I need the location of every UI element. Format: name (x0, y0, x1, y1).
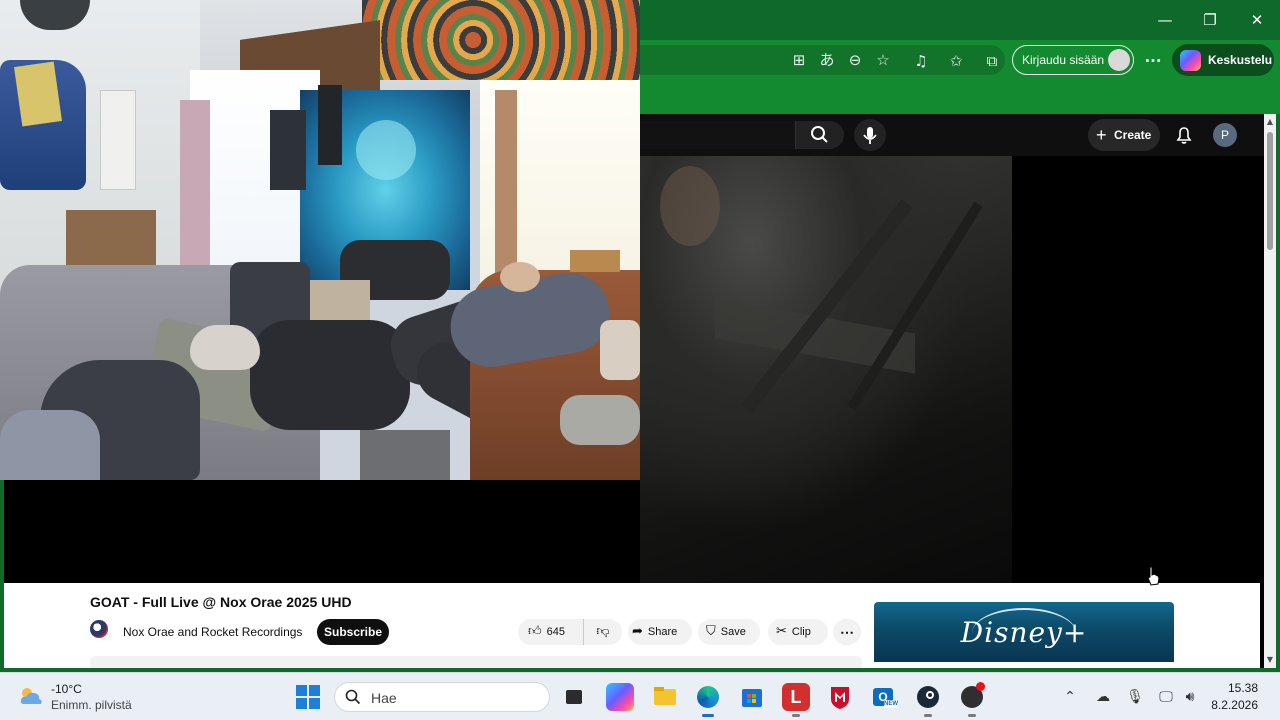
scroll-down-arrow-icon[interactable]: ▼ (1264, 654, 1276, 666)
translate-icon[interactable]: あ (816, 49, 838, 71)
channel-name[interactable]: Nox Orae and Rocket Recordings (123, 625, 302, 639)
youtube-search-input[interactable] (640, 121, 796, 149)
bookmark-icon: ⛉ (706, 624, 716, 639)
video-details: GOAT - Full Live @ Nox Orae 2025 UHD Nox… (4, 583, 1260, 668)
create-button[interactable]: + Create (1088, 119, 1160, 151)
onedrive-sync-icon[interactable]: ☁ (1093, 687, 1113, 707)
mcafee-icon[interactable] (826, 683, 854, 711)
youtube-search-button[interactable] (796, 121, 844, 149)
description-box[interactable] (90, 656, 862, 668)
microphone-icon (863, 127, 877, 144)
thumbs-up-icon: 👍︎ (528, 624, 542, 639)
scrollbar-thumb[interactable] (1267, 132, 1273, 250)
copilot-icon (1180, 50, 1201, 71)
sign-in-button[interactable]: Kirjaudu sisään (1012, 45, 1134, 75)
clock-date[interactable]: 8.2.2026 (1211, 698, 1258, 712)
share-arrow-icon: ➦ (632, 624, 643, 639)
favorite-star-icon[interactable]: ☆ (872, 49, 894, 71)
video-frame[interactable] (640, 156, 1012, 583)
restore-button[interactable]: ❐ (1196, 6, 1224, 34)
weather-description[interactable]: Enimm. pilvistä (51, 698, 132, 712)
like-button[interactable]: 👍︎ 645 (518, 619, 584, 645)
webcam-overlay (0, 0, 640, 480)
dislike-button[interactable]: 👎︎ (584, 619, 622, 645)
copilot-button[interactable]: Keskustelu (1172, 44, 1274, 76)
favorites-icon[interactable]: ✩ (945, 50, 967, 72)
bell-icon (1176, 127, 1192, 144)
collections-icon[interactable]: ⧉ (981, 50, 1003, 72)
zoom-out-icon[interactable]: ⊖ (844, 49, 866, 71)
close-button[interactable]: ✕ (1243, 6, 1271, 34)
minimize-button[interactable]: — (1151, 6, 1179, 34)
microphone-icon[interactable]: 🎙︎ (1125, 687, 1145, 707)
steam-icon[interactable] (914, 683, 942, 717)
start-button[interactable] (296, 685, 320, 709)
clock-time[interactable]: 15.38 (1228, 681, 1258, 695)
search-icon (345, 689, 361, 705)
like-count: 645 (546, 626, 565, 638)
file-explorer-icon[interactable] (651, 683, 679, 711)
sign-in-label: Kirjaudu sisään (1022, 53, 1105, 67)
scroll-up-arrow-icon[interactable]: ▲ (1264, 116, 1276, 128)
clip-button[interactable]: ✂ Clip (768, 619, 828, 645)
create-label: Create (1114, 128, 1152, 142)
microsoft-store-icon[interactable] (738, 683, 766, 711)
windows-taskbar: -10°C Enimm. pilvistä Hae L O NEW ⌃ ☁ 🎙︎ … (0, 672, 1280, 720)
share-button[interactable]: ➦ Share (628, 619, 692, 645)
show-hidden-icons-chevron-icon[interactable]: ⌃ (1060, 687, 1080, 707)
channel-avatar[interactable] (90, 620, 108, 638)
copilot-label: Keskustelu (1208, 53, 1273, 67)
ad-logo-text: Disney+ (960, 616, 1088, 649)
notifications-button[interactable] (1172, 123, 1196, 147)
network-icon[interactable]: 🖵︎ (1156, 687, 1176, 707)
thumbs-down-icon: 👎︎ (596, 624, 610, 639)
edge-icon[interactable] (694, 683, 722, 717)
apps-icon[interactable]: ⊞ (788, 49, 810, 71)
taskbar-search-box[interactable]: Hae (334, 682, 550, 712)
ad-banner[interactable]: Disney+ (874, 602, 1174, 662)
volume-icon[interactable]: 🔊︎ (1180, 687, 1200, 707)
hand-cursor-icon (1147, 566, 1160, 586)
media-control-icon[interactable]: ♫ (910, 50, 932, 72)
save-button[interactable]: ⛉ Save (698, 619, 760, 645)
copilot-app-icon[interactable] (606, 683, 634, 711)
clip-label: Clip (791, 626, 811, 638)
lastpass-icon[interactable]: L (782, 683, 810, 717)
scissors-icon: ✂ (776, 624, 787, 639)
account-avatar[interactable]: P (1213, 123, 1237, 147)
search-icon (811, 126, 828, 143)
profile-avatar-icon (1108, 49, 1130, 71)
task-view-icon[interactable] (560, 683, 588, 711)
plus-icon: + (1096, 125, 1107, 145)
more-options-icon[interactable]: ··· (1142, 50, 1164, 72)
subscribe-button[interactable]: Subscribe (317, 619, 389, 645)
outlook-new-icon[interactable]: O NEW (870, 683, 898, 711)
video-title: GOAT - Full Live @ Nox Orae 2025 UHD (90, 594, 352, 610)
taskbar-search-placeholder: Hae (371, 690, 397, 706)
cloudy-weather-icon[interactable] (18, 685, 44, 707)
more-actions-button[interactable]: ⋯ (833, 619, 861, 645)
page-scrollbar[interactable]: ▲ ▼ (1264, 114, 1276, 668)
voice-search-button[interactable] (854, 119, 886, 151)
save-label: Save (720, 626, 746, 638)
obs-studio-icon[interactable] (958, 682, 986, 717)
weather-temperature[interactable]: -10°C (51, 682, 82, 696)
share-label: Share (647, 626, 678, 638)
like-dislike-group: 👍︎ 645 👎︎ (518, 619, 622, 645)
